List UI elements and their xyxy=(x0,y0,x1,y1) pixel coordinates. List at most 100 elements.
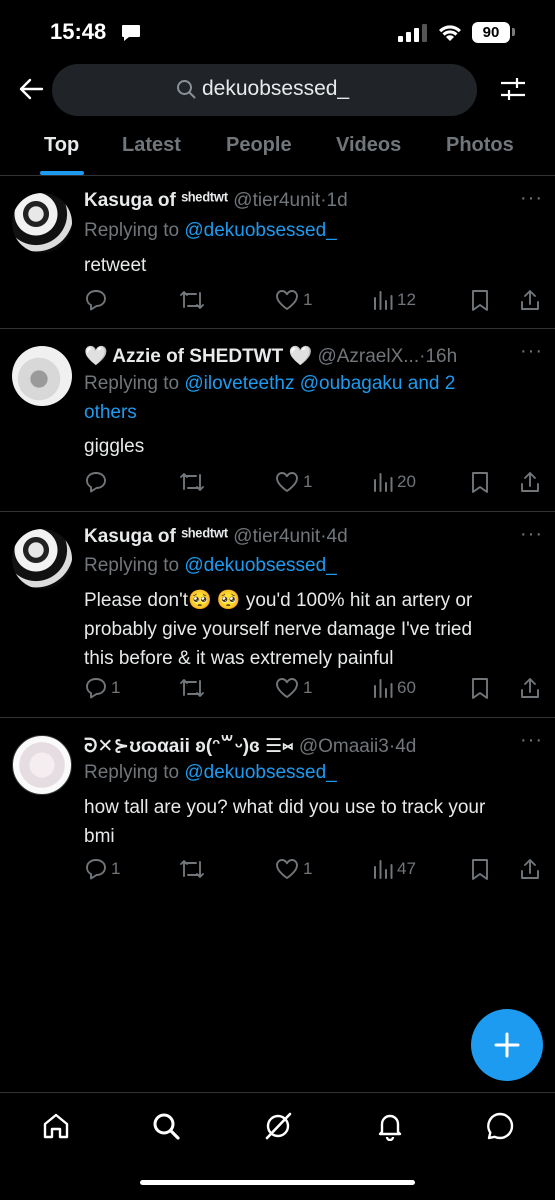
filter-icon[interactable] xyxy=(499,75,527,103)
bookmark-button[interactable] xyxy=(469,856,491,882)
retweet-button[interactable] xyxy=(178,469,209,495)
reply-button[interactable]: 1 xyxy=(84,675,120,701)
retweet-icon xyxy=(180,291,204,309)
search-query: dekuobsessed_ xyxy=(202,77,350,100)
views-icon xyxy=(374,860,393,879)
author-handle[interactable]: @AzraelX... xyxy=(317,346,419,367)
bookmark-icon xyxy=(472,472,488,493)
reply-mention[interactable]: @dekuobsessed_ xyxy=(184,762,336,783)
author-name[interactable]: Kasuga of ˢʰᵉᵈᵗʷᵗ xyxy=(84,526,228,547)
retweet-icon xyxy=(180,860,204,878)
explore-icon[interactable] xyxy=(151,1111,181,1141)
reply-mentions[interactable]: @iloveteethz @oubagaku and 2 xyxy=(184,373,455,394)
avatar[interactable] xyxy=(12,735,72,795)
like-count: 1 xyxy=(303,472,313,491)
avatar[interactable] xyxy=(12,193,72,253)
share-icon xyxy=(521,678,539,698)
share-button[interactable] xyxy=(519,287,541,313)
tweet-text: Please don't🥺 🥺 you'd 100% hit an artery… xyxy=(84,586,544,673)
tweet-actions: 1 12 xyxy=(84,287,544,313)
reply-icon xyxy=(86,472,106,493)
bookmark-icon xyxy=(472,678,488,699)
retweet-button[interactable] xyxy=(178,675,209,701)
tweet-text-line: how tall are you? what did you use to tr… xyxy=(84,797,486,818)
message-bubble-icon xyxy=(122,25,140,41)
views-button[interactable]: 20 xyxy=(372,469,416,495)
reply-button[interactable]: 1 xyxy=(84,856,120,882)
retweet-button[interactable] xyxy=(178,856,209,882)
tab-top[interactable]: Top xyxy=(44,134,79,157)
share-button[interactable] xyxy=(519,856,541,882)
tweet[interactable]: ᘒ✕⊱ʊɷαaii ʚ(ᵔ꒳ᵕ)ɞ ☰⑅ @Omaaii3·4d ··· Rep… xyxy=(0,719,555,904)
views-button[interactable]: 60 xyxy=(372,675,416,701)
author-name[interactable]: ᘒ✕⊱ʊɷαaii ʚ(ᵔ꒳ᵕ)ɞ ☰⑅ xyxy=(84,736,294,757)
tweet-text-line: bmi xyxy=(84,826,115,847)
tab-photos[interactable]: Photos xyxy=(446,134,514,157)
views-icon xyxy=(374,291,393,310)
replying-to-label: Replying to xyxy=(84,220,180,241)
active-tab-indicator xyxy=(40,171,84,175)
views-icon xyxy=(374,473,393,492)
like-icon xyxy=(276,290,298,310)
replying-to: Replying to @dekuobsessed_ xyxy=(84,555,337,577)
status-time: 15:48 xyxy=(50,19,107,44)
tweet[interactable]: 🤍 Azzie of SHEDTWT 🤍 @AzraelX...·16h ···… xyxy=(0,330,555,512)
like-button[interactable]: 1 xyxy=(274,856,312,882)
more-options-icon[interactable]: ··· xyxy=(520,340,543,363)
share-button[interactable] xyxy=(519,469,541,495)
replying-to: Replying to @dekuobsessed_ xyxy=(84,220,337,242)
tweet-text: giggles xyxy=(84,436,145,457)
tab-videos[interactable]: Videos xyxy=(336,134,401,157)
like-count: 1 xyxy=(303,859,313,878)
bookmark-button[interactable] xyxy=(469,675,491,701)
search-tabs: Top Latest People Videos Photos xyxy=(0,120,555,176)
like-button[interactable]: 1 xyxy=(274,287,312,313)
share-button[interactable] xyxy=(519,675,541,701)
avatar[interactable] xyxy=(12,346,72,406)
tweet-text-line: Please don't🥺 🥺 you'd 100% hit an artery… xyxy=(84,590,473,611)
author-handle[interactable]: @tier4unit xyxy=(233,526,320,547)
more-options-icon[interactable]: ··· xyxy=(520,729,543,752)
like-button[interactable]: 1 xyxy=(274,675,312,701)
home-icon[interactable] xyxy=(41,1111,71,1141)
view-count: 20 xyxy=(397,472,416,491)
author-name[interactable]: 🤍 Azzie of SHEDTWT 🤍 xyxy=(84,346,312,367)
views-button[interactable]: 12 xyxy=(372,287,416,313)
reply-mention[interactable]: @dekuobsessed_ xyxy=(184,220,336,241)
reply-mention[interactable]: @dekuobsessed_ xyxy=(184,555,336,576)
tweet-header: 🤍 Azzie of SHEDTWT 🤍 @AzraelX...·16h xyxy=(84,344,457,368)
reply-button[interactable] xyxy=(84,287,111,313)
like-button[interactable]: 1 xyxy=(274,469,312,495)
share-icon xyxy=(521,472,539,492)
messages-icon[interactable] xyxy=(485,1111,515,1141)
like-icon xyxy=(276,859,298,879)
grok-icon[interactable] xyxy=(263,1111,293,1141)
author-name[interactable]: Kasuga of ˢʰᵉᵈᵗʷᵗ xyxy=(84,190,228,211)
like-icon xyxy=(276,678,298,698)
tweet-text-line: probably give yourself nerve damage I've… xyxy=(84,619,473,640)
search-input[interactable]: dekuobsessed_ xyxy=(52,64,477,116)
tweet-time: 4d xyxy=(326,526,348,547)
bookmark-button[interactable] xyxy=(469,287,491,313)
retweet-button[interactable] xyxy=(178,287,209,313)
avatar[interactable] xyxy=(12,529,72,589)
more-options-icon[interactable]: ··· xyxy=(520,523,543,546)
tweet[interactable]: Kasuga of ˢʰᵉᵈᵗʷᵗ @tier4unit·1d ··· Repl… xyxy=(0,177,555,329)
views-button[interactable]: 47 xyxy=(372,856,416,882)
bookmark-button[interactable] xyxy=(469,469,491,495)
author-handle[interactable]: @tier4unit xyxy=(233,190,320,211)
author-handle[interactable]: @Omaaii3 xyxy=(299,736,389,757)
tab-people[interactable]: People xyxy=(226,134,292,157)
back-arrow-icon[interactable] xyxy=(18,76,44,102)
tweet[interactable]: Kasuga of ˢʰᵉᵈᵗʷᵗ @tier4unit·4d ··· Repl… xyxy=(0,513,555,718)
like-count: 1 xyxy=(303,290,313,309)
compose-button[interactable] xyxy=(471,1009,543,1081)
reply-count: 1 xyxy=(111,859,121,878)
view-count: 60 xyxy=(397,678,416,697)
replying-to: Replying to @dekuobsessed_ xyxy=(84,762,337,784)
tab-latest[interactable]: Latest xyxy=(122,134,181,157)
reply-others-link[interactable]: others xyxy=(84,402,137,423)
reply-button[interactable] xyxy=(84,469,111,495)
more-options-icon[interactable]: ··· xyxy=(520,187,543,210)
notifications-icon[interactable] xyxy=(375,1111,405,1141)
